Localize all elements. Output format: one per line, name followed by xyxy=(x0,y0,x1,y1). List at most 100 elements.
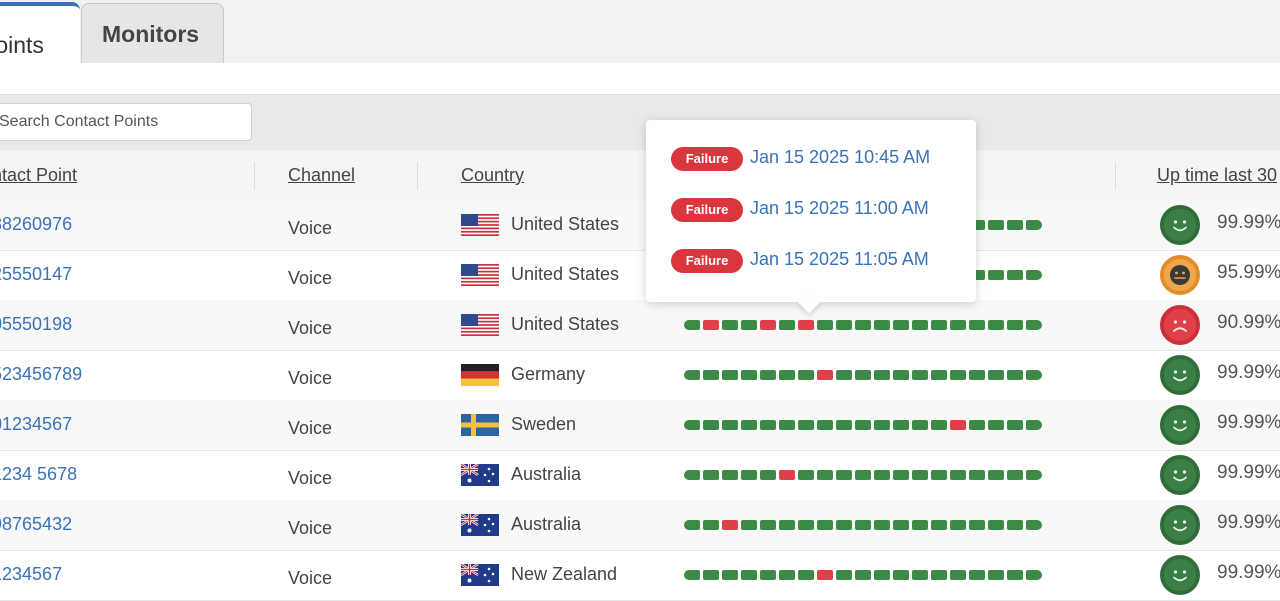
uptime-segment[interactable] xyxy=(684,370,700,380)
uptime-segment[interactable] xyxy=(893,470,909,480)
uptime-segment[interactable] xyxy=(931,570,947,580)
uptime-segment[interactable] xyxy=(931,320,947,330)
uptime-segment[interactable] xyxy=(950,470,966,480)
uptime-segment[interactable] xyxy=(703,320,719,330)
uptime-segment[interactable] xyxy=(703,370,719,380)
uptime-segment[interactable] xyxy=(912,470,928,480)
uptime-segment[interactable] xyxy=(969,470,985,480)
uptime-segment[interactable] xyxy=(760,520,776,530)
uptime-segment[interactable] xyxy=(703,420,719,430)
uptime-segment[interactable] xyxy=(874,320,890,330)
failure-timestamp[interactable]: Jan 15 2025 11:05 AM xyxy=(750,249,929,270)
uptime-segment[interactable] xyxy=(722,470,738,480)
contact-point-link[interactable]: 38260976 xyxy=(0,214,72,235)
column-header-country[interactable]: Country xyxy=(461,165,524,186)
uptime-history-bar[interactable] xyxy=(684,520,1042,530)
uptime-segment[interactable] xyxy=(988,420,1004,430)
uptime-segment[interactable] xyxy=(779,520,795,530)
table-row[interactable]: 523456789 Voice Germany 99.99% xyxy=(0,350,1280,401)
uptime-segment[interactable] xyxy=(874,520,890,530)
uptime-segment[interactable] xyxy=(779,320,795,330)
uptime-segment[interactable] xyxy=(874,570,890,580)
uptime-segment[interactable] xyxy=(817,520,833,530)
uptime-segment[interactable] xyxy=(874,470,890,480)
uptime-segment[interactable] xyxy=(741,520,757,530)
uptime-segment[interactable] xyxy=(741,370,757,380)
uptime-segment[interactable] xyxy=(722,320,738,330)
uptime-segment[interactable] xyxy=(722,570,738,580)
uptime-segment[interactable] xyxy=(684,320,700,330)
uptime-segment[interactable] xyxy=(1026,420,1042,430)
uptime-segment[interactable] xyxy=(703,470,719,480)
contact-point-link[interactable]: 01234567 xyxy=(0,414,72,435)
uptime-segment[interactable] xyxy=(988,220,1004,230)
uptime-history-bar[interactable] xyxy=(684,420,1042,430)
table-row[interactable]: 38260976 Voice United States 99.99% xyxy=(0,200,1280,251)
uptime-segment[interactable] xyxy=(893,520,909,530)
uptime-segment[interactable] xyxy=(1007,270,1023,280)
uptime-segment[interactable] xyxy=(798,520,814,530)
uptime-segment[interactable] xyxy=(836,520,852,530)
uptime-segment[interactable] xyxy=(912,570,928,580)
uptime-segment[interactable] xyxy=(988,370,1004,380)
uptime-segment[interactable] xyxy=(741,420,757,430)
uptime-segment[interactable] xyxy=(684,420,700,430)
tab-monitors[interactable]: Monitors xyxy=(81,3,224,63)
uptime-segment[interactable] xyxy=(912,520,928,530)
table-row[interactable]: 98765432 Voice Australia 99.99% xyxy=(0,500,1280,551)
uptime-segment[interactable] xyxy=(1007,570,1023,580)
uptime-segment[interactable] xyxy=(931,420,947,430)
uptime-segment[interactable] xyxy=(760,320,776,330)
uptime-segment[interactable] xyxy=(1026,320,1042,330)
uptime-segment[interactable] xyxy=(1007,370,1023,380)
uptime-segment[interactable] xyxy=(817,420,833,430)
column-header-contact-point[interactable]: ntact Point xyxy=(0,165,77,186)
contact-point-link[interactable]: 1234 5678 xyxy=(0,464,77,485)
contact-point-link[interactable]: 05550198 xyxy=(0,314,72,335)
uptime-segment[interactable] xyxy=(893,420,909,430)
tab-points[interactable]: Points xyxy=(0,2,80,63)
uptime-segment[interactable] xyxy=(1026,370,1042,380)
uptime-segment[interactable] xyxy=(969,370,985,380)
uptime-segment[interactable] xyxy=(722,420,738,430)
uptime-segment[interactable] xyxy=(760,420,776,430)
uptime-segment[interactable] xyxy=(684,570,700,580)
uptime-segment[interactable] xyxy=(969,420,985,430)
uptime-segment[interactable] xyxy=(1026,270,1042,280)
failure-timestamp[interactable]: Jan 15 2025 10:45 AM xyxy=(750,147,930,168)
uptime-segment[interactable] xyxy=(798,570,814,580)
uptime-segment[interactable] xyxy=(741,320,757,330)
uptime-segment[interactable] xyxy=(703,570,719,580)
uptime-segment[interactable] xyxy=(969,320,985,330)
uptime-segment[interactable] xyxy=(779,420,795,430)
uptime-segment[interactable] xyxy=(741,570,757,580)
uptime-segment[interactable] xyxy=(798,370,814,380)
table-row[interactable]: 05550198 Voice United States 90.99% xyxy=(0,300,1280,351)
uptime-segment[interactable] xyxy=(779,570,795,580)
uptime-segment[interactable] xyxy=(817,370,833,380)
uptime-segment[interactable] xyxy=(931,470,947,480)
uptime-segment[interactable] xyxy=(855,470,871,480)
uptime-segment[interactable] xyxy=(988,270,1004,280)
uptime-segment[interactable] xyxy=(817,470,833,480)
uptime-segment[interactable] xyxy=(1007,470,1023,480)
uptime-segment[interactable] xyxy=(798,470,814,480)
uptime-segment[interactable] xyxy=(950,570,966,580)
uptime-segment[interactable] xyxy=(684,470,700,480)
uptime-segment[interactable] xyxy=(779,370,795,380)
uptime-segment[interactable] xyxy=(836,570,852,580)
uptime-segment[interactable] xyxy=(722,370,738,380)
uptime-history-bar[interactable] xyxy=(684,470,1042,480)
uptime-segment[interactable] xyxy=(893,570,909,580)
uptime-segment[interactable] xyxy=(836,320,852,330)
uptime-segment[interactable] xyxy=(988,320,1004,330)
uptime-segment[interactable] xyxy=(684,520,700,530)
uptime-segment[interactable] xyxy=(855,570,871,580)
table-row[interactable]: 01234567 Voice Sweden 99.99% xyxy=(0,400,1280,451)
uptime-segment[interactable] xyxy=(1026,520,1042,530)
uptime-segment[interactable] xyxy=(1007,420,1023,430)
uptime-segment[interactable] xyxy=(893,370,909,380)
uptime-segment[interactable] xyxy=(836,420,852,430)
uptime-segment[interactable] xyxy=(855,420,871,430)
uptime-segment[interactable] xyxy=(760,570,776,580)
